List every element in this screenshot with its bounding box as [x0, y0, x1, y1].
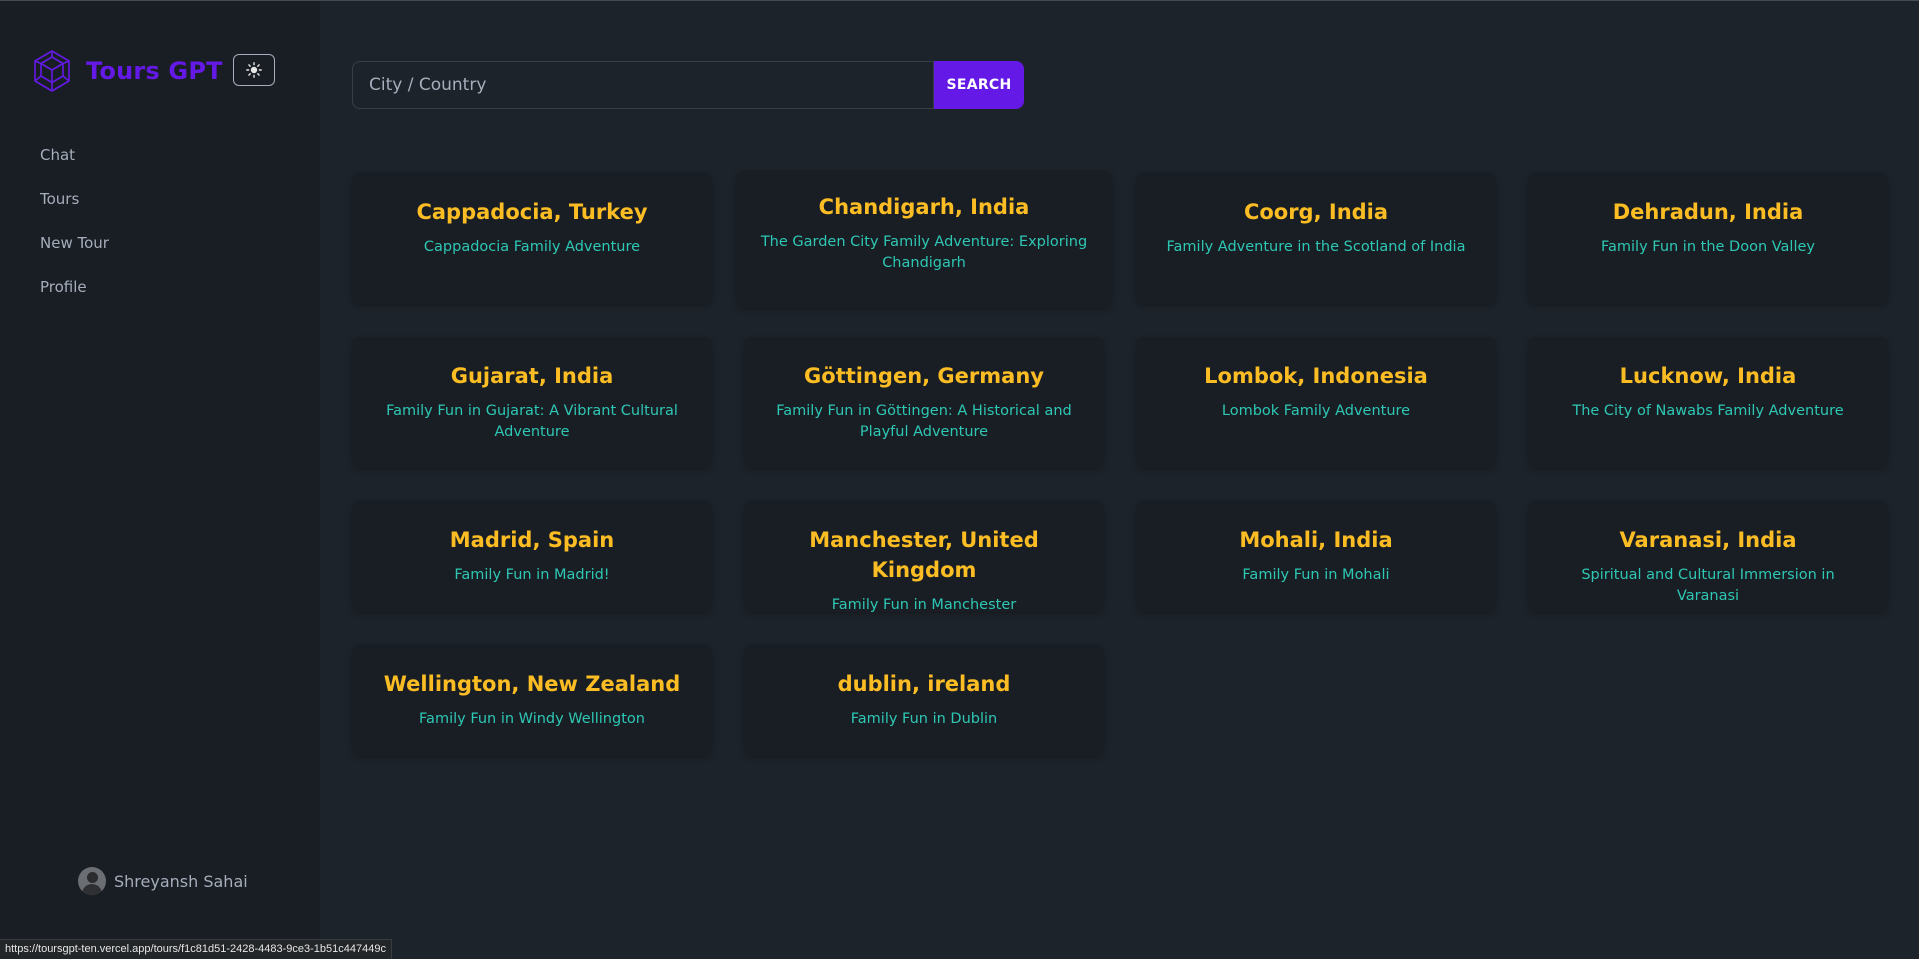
user-profile[interactable]: Shreyansh Sahai — [78, 867, 248, 895]
tour-card[interactable]: Lombok, Indonesia Lombok Family Adventur… — [1136, 337, 1496, 468]
tour-card[interactable]: Dehradun, India Family Fun in the Doon V… — [1528, 173, 1888, 304]
search-bar: SEARCH — [352, 61, 1024, 109]
tour-title: dublin, ireland — [837, 672, 1011, 696]
tour-title: Madrid, Spain — [449, 528, 615, 552]
sidebar-item-profile[interactable]: Profile — [28, 265, 292, 309]
app-title: Tours GPT — [86, 57, 223, 85]
tour-title: Dehradun, India — [1612, 200, 1804, 224]
cube-logo-icon — [34, 50, 70, 92]
tour-card[interactable]: Gujarat, India Family Fun in Gujarat: A … — [352, 337, 712, 468]
tour-card[interactable]: Chandigarh, India The Garden City Family… — [736, 170, 1112, 308]
tour-subtitle: Family Fun in Manchester — [831, 597, 1017, 613]
sun-icon — [246, 62, 262, 78]
tour-title: Manchester, United Kingdom — [809, 528, 1039, 582]
tour-subtitle: The Garden City Family Adventure: Explor… — [760, 234, 1088, 271]
sidebar-item-new-tour[interactable]: New Tour — [28, 221, 292, 265]
brand[interactable]: Tours GPT — [30, 49, 223, 93]
tour-subtitle: Cappadocia Family Adventure — [423, 239, 641, 255]
tour-subtitle: Family Fun in Mohali — [1242, 567, 1390, 583]
tour-subtitle: Spiritual and Cultural Immersion in Vara… — [1581, 567, 1835, 604]
tour-card[interactable]: Göttingen, Germany Family Fun in Götting… — [744, 337, 1104, 468]
tour-title: Cappadocia, Turkey — [416, 200, 648, 224]
tour-title: Coorg, India — [1243, 200, 1389, 224]
tour-card[interactable]: Lucknow, India The City of Nawabs Family… — [1528, 337, 1888, 468]
tour-subtitle: Lombok Family Adventure — [1221, 403, 1411, 419]
theme-toggle-button[interactable] — [233, 54, 275, 86]
tour-card[interactable]: Varanasi, India Spiritual and Cultural I… — [1528, 501, 1888, 612]
sidebar-item-tours[interactable]: Tours — [28, 177, 292, 221]
tour-title: Chandigarh, India — [818, 195, 1030, 219]
search-button[interactable]: SEARCH — [934, 61, 1024, 109]
tour-card[interactable]: Madrid, Spain Family Fun in Madrid! — [352, 501, 712, 612]
tour-subtitle: Family Fun in Gujarat: A Vibrant Cultura… — [386, 403, 678, 440]
tour-card[interactable]: dublin, ireland Family Fun in Dublin — [744, 645, 1104, 756]
tour-title: Lombok, Indonesia — [1204, 364, 1428, 388]
tour-subtitle: The City of Nawabs Family Adventure — [1572, 403, 1844, 419]
tour-subtitle: Family Adventure in the Scotland of Indi… — [1166, 239, 1466, 255]
tour-subtitle: Family Fun in the Doon Valley — [1601, 239, 1815, 255]
tour-title: Göttingen, Germany — [804, 364, 1044, 388]
tour-title: Mohali, India — [1239, 528, 1393, 552]
tour-subtitle: Family Fun in Madrid! — [454, 567, 610, 583]
tour-card[interactable]: Wellington, New Zealand Family Fun in Wi… — [352, 645, 712, 756]
tour-card[interactable]: Manchester, United Kingdom Family Fun in… — [744, 501, 1104, 613]
tour-subtitle: Family Fun in Dublin — [850, 711, 998, 727]
sidebar-nav: Chat Tours New Tour Profile — [28, 133, 292, 309]
sidebar-item-chat[interactable]: Chat — [28, 133, 292, 177]
search-input[interactable] — [352, 61, 934, 109]
tour-title: Varanasi, India — [1619, 528, 1797, 552]
status-bar-url: https://toursgpt-ten.vercel.app/tours/f1… — [0, 939, 392, 959]
sidebar: Tours GPT Chat Tours New Tour Profile Sh… — [0, 1, 320, 959]
tour-card[interactable]: Cappadocia, Turkey Cappadocia Family Adv… — [352, 173, 712, 304]
user-name: Shreyansh Sahai — [114, 871, 248, 891]
tour-title: Wellington, New Zealand — [383, 672, 681, 696]
tour-card[interactable]: Mohali, India Family Fun in Mohali — [1136, 501, 1496, 612]
tour-title: Gujarat, India — [450, 364, 614, 388]
tour-card[interactable]: Coorg, India Family Adventure in the Sco… — [1136, 173, 1496, 304]
tour-subtitle: Family Fun in Göttingen: A Historical an… — [776, 403, 1072, 440]
avatar — [78, 867, 106, 895]
tour-subtitle: Family Fun in Windy Wellington — [419, 711, 645, 727]
tour-title: Lucknow, India — [1619, 364, 1797, 388]
